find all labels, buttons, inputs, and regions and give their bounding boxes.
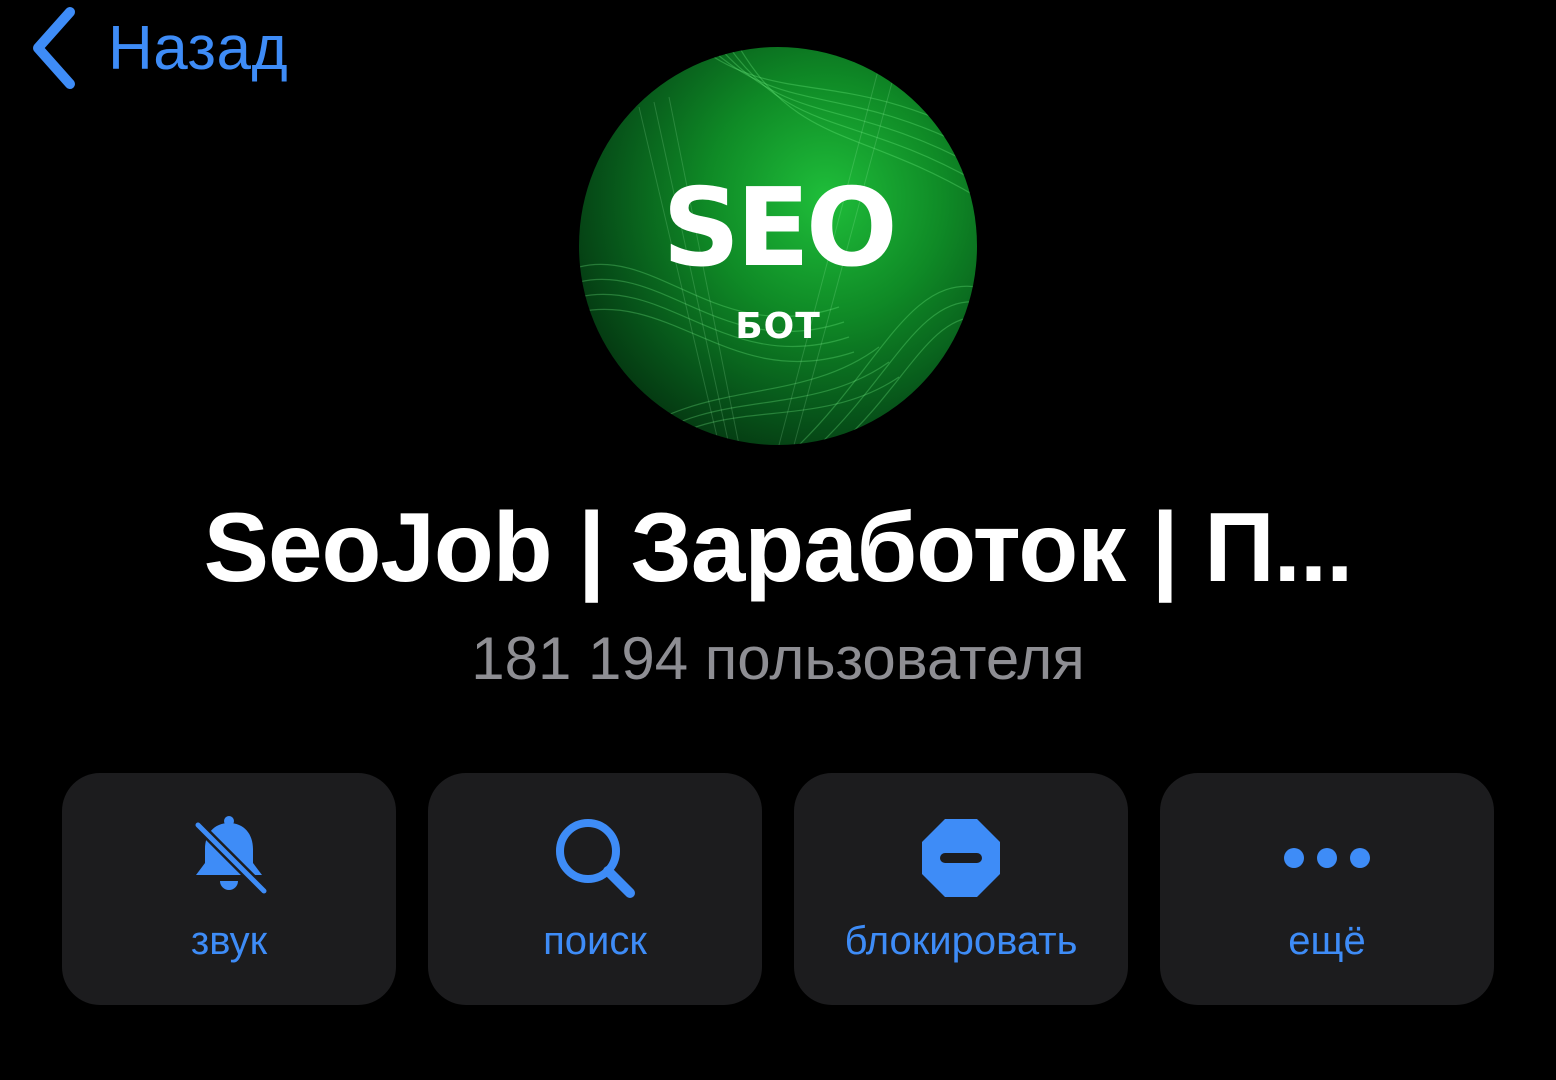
search-label: поиск — [543, 919, 647, 963]
more-icon — [1284, 848, 1370, 868]
avatar[interactable]: SEO БОТ — [579, 47, 977, 445]
search-icon — [556, 819, 635, 898]
block-label: блокировать — [844, 919, 1078, 963]
mute-button[interactable]: звук — [62, 773, 396, 1005]
bell-slash-icon — [193, 816, 269, 896]
block-icon — [922, 819, 1000, 897]
action-bar: звук поиск блокировать ещё — [62, 773, 1494, 1005]
avatar-logo-text: SEO — [662, 166, 897, 291]
more-label: ещё — [1288, 919, 1366, 963]
more-button[interactable]: ещё — [1160, 773, 1494, 1005]
search-button[interactable]: поиск — [428, 773, 762, 1005]
chevron-left-icon — [33, 7, 75, 89]
mute-label: звук — [190, 919, 268, 963]
back-label: Назад — [108, 13, 289, 83]
profile-subtitle: 181 194 пользователя — [471, 625, 1085, 692]
avatar-logo-subtext: БОТ — [735, 306, 821, 347]
profile-title: SeoJob | Заработок | П... — [203, 492, 1354, 602]
back-button[interactable]: Назад — [30, 6, 288, 90]
block-button[interactable]: блокировать — [794, 773, 1128, 1005]
